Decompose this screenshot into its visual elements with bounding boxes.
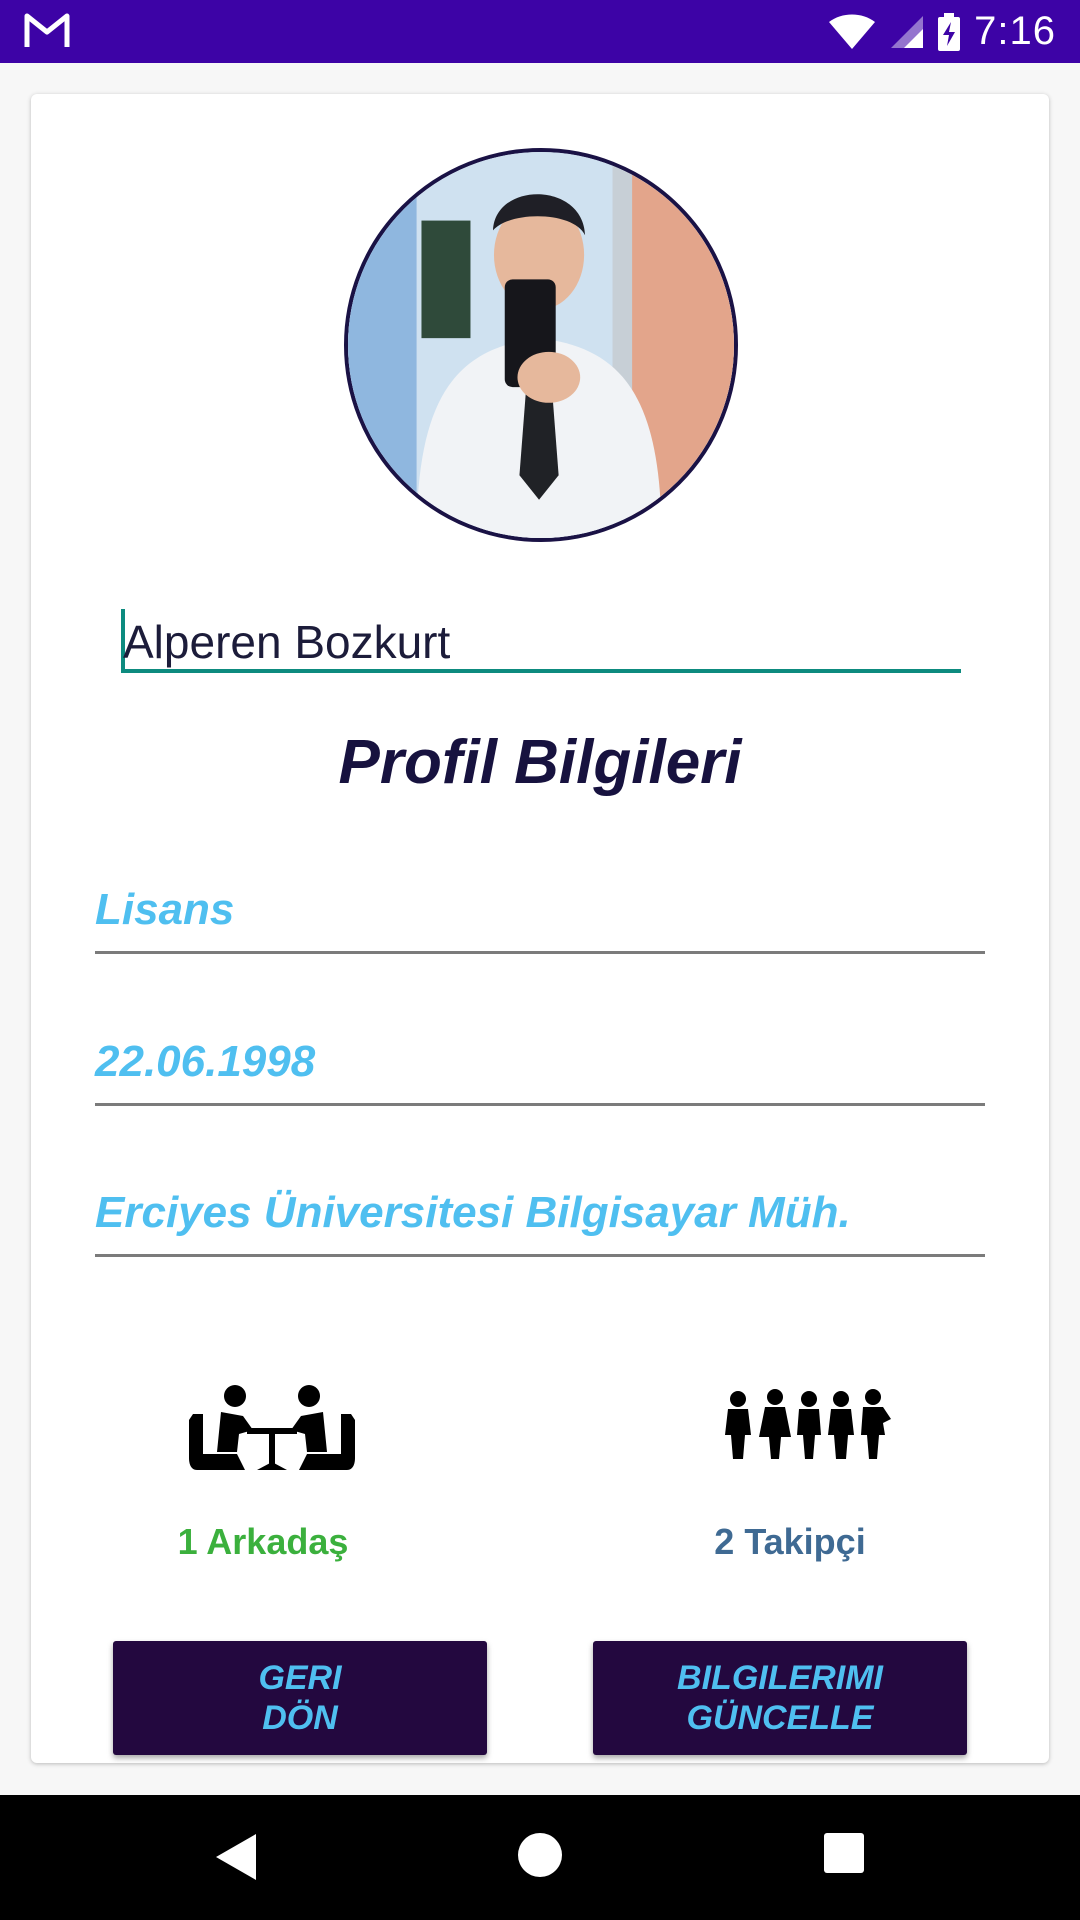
status-indicators: 7:16 [828, 0, 1056, 63]
battery-charging-icon [938, 12, 961, 51]
followers-icon[interactable] [723, 1389, 893, 1461]
recent-square-icon[interactable] [823, 1832, 865, 1874]
profile-page: Alperen Bozkurt Profil Bilgileri Lisans … [0, 63, 1080, 1795]
education-field[interactable]: Lisans [95, 874, 985, 954]
home-circle-icon[interactable] [517, 1832, 563, 1878]
page-title: Profil Bilgileri [338, 728, 742, 797]
profile-photo [348, 152, 734, 538]
friends-count[interactable]: 1 Arkadaş [123, 1521, 403, 1563]
update-info-button[interactable]: BILGILERIMI GÜNCELLE [593, 1641, 967, 1755]
status-time: 7:16 [974, 9, 1056, 53]
status-bar: 7:16 [0, 0, 1080, 63]
birth-date-field[interactable]: 22.06.1998 [95, 1026, 985, 1106]
school-field[interactable]: Erciyes Üniversitesi Bilgisayar Müh. [95, 1177, 985, 1257]
profile-avatar[interactable] [344, 148, 738, 542]
gmail-icon [24, 13, 70, 47]
birth-date-value: 22.06.1998 [95, 1037, 316, 1086]
back-triangle-icon[interactable] [214, 1832, 258, 1882]
name-value: Alperen Bozkurt [123, 616, 451, 668]
navigation-bar [0, 1795, 1080, 1920]
name-input[interactable]: Alperen Bozkurt [121, 597, 961, 673]
back-button[interactable]: GERI DÖN [113, 1641, 487, 1755]
friends-icon[interactable] [187, 1384, 357, 1472]
wifi-icon [829, 14, 876, 49]
school-value: Erciyes Üniversitesi Bilgisayar Müh. [95, 1188, 851, 1237]
signal-icon [891, 15, 924, 48]
education-value: Lisans [95, 885, 235, 934]
profile-card: Alperen Bozkurt Profil Bilgileri Lisans … [31, 94, 1049, 1763]
followers-count[interactable]: 2 Takipçi [650, 1521, 930, 1563]
